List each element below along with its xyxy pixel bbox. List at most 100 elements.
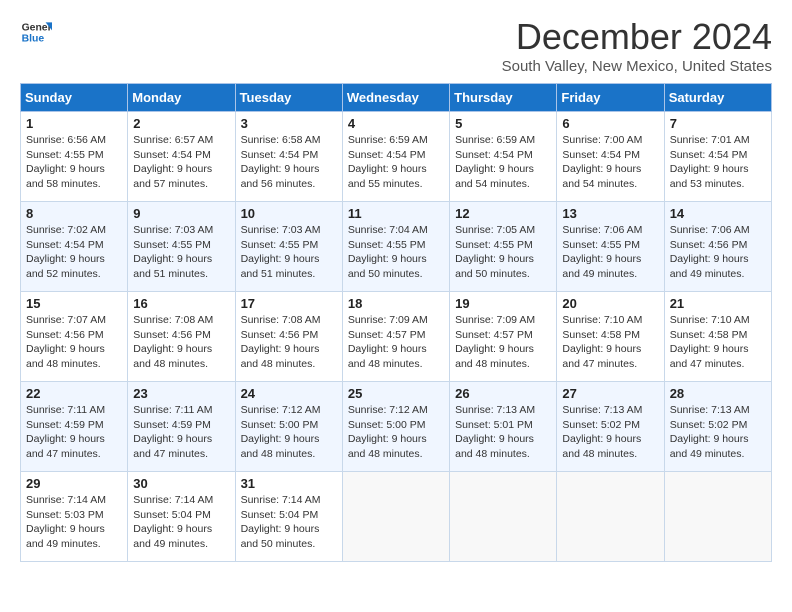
day-number: 27 xyxy=(562,386,658,401)
calendar-day-cell: 9Sunrise: 7:03 AM Sunset: 4:55 PM Daylig… xyxy=(128,202,235,292)
calendar-day-cell: 16 Sunrise: 7:08 AM Sunset: 4:56 PM Dayli… xyxy=(128,292,235,382)
day-number: 19 xyxy=(455,296,551,311)
calendar-day-cell: 8Sunrise: 7:02 AM Sunset: 4:54 PM Daylig… xyxy=(21,202,128,292)
calendar-day-cell: 7 Sunrise: 7:01 AM Sunset: 4:54 PM Daylig… xyxy=(664,112,771,202)
logo: General Blue xyxy=(20,16,52,48)
calendar-day-cell xyxy=(557,472,664,562)
calendar-day-cell xyxy=(450,472,557,562)
day-info: Sunrise: 6:57 AM Sunset: 4:54 PM Dayligh… xyxy=(133,133,229,192)
calendar-week-row: 8Sunrise: 7:02 AM Sunset: 4:54 PM Daylig… xyxy=(21,202,772,292)
day-number: 23 xyxy=(133,386,229,401)
day-number: 18 xyxy=(348,296,444,311)
day-number: 26 xyxy=(455,386,551,401)
svg-text:Blue: Blue xyxy=(22,34,45,45)
day-number: 10 xyxy=(241,206,337,221)
calendar-day-cell: 14Sunrise: 7:06 AM Sunset: 4:56 PM Dayli… xyxy=(664,202,771,292)
calendar-day-cell: 1 Sunrise: 6:56 AM Sunset: 4:55 PM Daylig… xyxy=(21,112,128,202)
calendar-day-cell: 15Sunrise: 7:07 AM Sunset: 4:56 PM Dayli… xyxy=(21,292,128,382)
day-number: 12 xyxy=(455,206,551,221)
day-number: 31 xyxy=(241,476,337,491)
day-info: Sunrise: 7:13 AM Sunset: 5:02 PM Dayligh… xyxy=(670,403,766,462)
calendar-week-row: 22 Sunrise: 7:11 AM Sunset: 4:59 PM Dayli… xyxy=(21,382,772,472)
calendar-day-cell: 26Sunrise: 7:13 AM Sunset: 5:01 PM Dayli… xyxy=(450,382,557,472)
calendar-day-cell: 24 Sunrise: 7:12 AM Sunset: 5:00 PM Dayli… xyxy=(235,382,342,472)
calendar-day-cell: 6 Sunrise: 7:00 AM Sunset: 4:54 PM Daylig… xyxy=(557,112,664,202)
day-info: Sunrise: 7:11 AM Sunset: 4:59 PM Dayligh… xyxy=(26,403,122,462)
calendar-day-cell: 17 Sunrise: 7:08 AM Sunset: 4:56 PM Dayli… xyxy=(235,292,342,382)
day-number: 9 xyxy=(133,206,229,221)
weekday-header-cell: Friday xyxy=(557,84,664,112)
calendar-day-cell: 3 Sunrise: 6:58 AM Sunset: 4:54 PM Daylig… xyxy=(235,112,342,202)
day-number: 1 xyxy=(26,116,122,131)
day-info: Sunrise: 7:13 AM Sunset: 5:02 PM Dayligh… xyxy=(562,403,658,462)
calendar-day-cell: 22 Sunrise: 7:11 AM Sunset: 4:59 PM Dayli… xyxy=(21,382,128,472)
calendar-day-cell: 20 Sunrise: 7:10 AM Sunset: 4:58 PM Dayli… xyxy=(557,292,664,382)
day-info: Sunrise: 7:10 AM Sunset: 4:58 PM Dayligh… xyxy=(562,313,658,372)
day-info: Sunrise: 7:02 AM Sunset: 4:54 PM Dayligh… xyxy=(26,223,122,282)
logo-icon: General Blue xyxy=(20,16,52,48)
weekday-header-cell: Wednesday xyxy=(342,84,449,112)
calendar-day-cell: 29Sunrise: 7:14 AM Sunset: 5:03 PM Dayli… xyxy=(21,472,128,562)
calendar-day-cell: 13 Sunrise: 7:06 AM Sunset: 4:55 PM Dayli… xyxy=(557,202,664,292)
day-info: Sunrise: 7:08 AM Sunset: 4:56 PM Dayligh… xyxy=(133,313,229,372)
calendar-day-cell: 10 Sunrise: 7:03 AM Sunset: 4:55 PM Dayli… xyxy=(235,202,342,292)
day-info: Sunrise: 7:04 AM Sunset: 4:55 PM Dayligh… xyxy=(348,223,444,282)
day-info: Sunrise: 6:59 AM Sunset: 4:54 PM Dayligh… xyxy=(348,133,444,192)
calendar-day-cell: 31 Sunrise: 7:14 AM Sunset: 5:04 PM Dayli… xyxy=(235,472,342,562)
day-number: 22 xyxy=(26,386,122,401)
calendar-day-cell: 21 Sunrise: 7:10 AM Sunset: 4:58 PM Dayli… xyxy=(664,292,771,382)
weekday-header-cell: Thursday xyxy=(450,84,557,112)
day-number: 7 xyxy=(670,116,766,131)
calendar-day-cell xyxy=(664,472,771,562)
day-number: 3 xyxy=(241,116,337,131)
day-info: Sunrise: 7:06 AM Sunset: 4:55 PM Dayligh… xyxy=(562,223,658,282)
day-info: Sunrise: 7:12 AM Sunset: 5:00 PM Dayligh… xyxy=(241,403,337,462)
day-number: 20 xyxy=(562,296,658,311)
day-number: 14 xyxy=(670,206,766,221)
calendar-day-cell: 27 Sunrise: 7:13 AM Sunset: 5:02 PM Dayli… xyxy=(557,382,664,472)
day-number: 17 xyxy=(241,296,337,311)
day-info: Sunrise: 7:09 AM Sunset: 4:57 PM Dayligh… xyxy=(348,313,444,372)
calendar-day-cell: 12Sunrise: 7:05 AM Sunset: 4:55 PM Dayli… xyxy=(450,202,557,292)
day-info: Sunrise: 7:00 AM Sunset: 4:54 PM Dayligh… xyxy=(562,133,658,192)
day-info: Sunrise: 7:01 AM Sunset: 4:54 PM Dayligh… xyxy=(670,133,766,192)
day-number: 21 xyxy=(670,296,766,311)
calendar-table: SundayMondayTuesdayWednesdayThursdayFrid… xyxy=(20,83,772,562)
day-info: Sunrise: 7:11 AM Sunset: 4:59 PM Dayligh… xyxy=(133,403,229,462)
month-title: December 2024 xyxy=(502,16,772,58)
calendar-day-cell: 23 Sunrise: 7:11 AM Sunset: 4:59 PM Dayli… xyxy=(128,382,235,472)
calendar-day-cell: 4 Sunrise: 6:59 AM Sunset: 4:54 PM Daylig… xyxy=(342,112,449,202)
day-number: 16 xyxy=(133,296,229,311)
title-area: December 2024 South Valley, New Mexico, … xyxy=(502,16,772,75)
calendar-week-row: 29Sunrise: 7:14 AM Sunset: 5:03 PM Dayli… xyxy=(21,472,772,562)
day-info: Sunrise: 7:03 AM Sunset: 4:55 PM Dayligh… xyxy=(241,223,337,282)
calendar-day-cell: 19Sunrise: 7:09 AM Sunset: 4:57 PM Dayli… xyxy=(450,292,557,382)
day-number: 25 xyxy=(348,386,444,401)
weekday-header-cell: Tuesday xyxy=(235,84,342,112)
day-info: Sunrise: 6:59 AM Sunset: 4:54 PM Dayligh… xyxy=(455,133,551,192)
calendar-day-cell: 11 Sunrise: 7:04 AM Sunset: 4:55 PM Dayli… xyxy=(342,202,449,292)
day-number: 15 xyxy=(26,296,122,311)
day-info: Sunrise: 6:56 AM Sunset: 4:55 PM Dayligh… xyxy=(26,133,122,192)
header: General Blue December 2024 South Valley,… xyxy=(20,16,772,75)
day-info: Sunrise: 7:10 AM Sunset: 4:58 PM Dayligh… xyxy=(670,313,766,372)
day-number: 28 xyxy=(670,386,766,401)
day-number: 30 xyxy=(133,476,229,491)
day-info: Sunrise: 6:58 AM Sunset: 4:54 PM Dayligh… xyxy=(241,133,337,192)
weekday-header-cell: Sunday xyxy=(21,84,128,112)
day-number: 5 xyxy=(455,116,551,131)
calendar-day-cell: 28 Sunrise: 7:13 AM Sunset: 5:02 PM Dayli… xyxy=(664,382,771,472)
day-info: Sunrise: 7:14 AM Sunset: 5:04 PM Dayligh… xyxy=(241,493,337,552)
day-number: 6 xyxy=(562,116,658,131)
day-number: 13 xyxy=(562,206,658,221)
calendar-week-row: 15Sunrise: 7:07 AM Sunset: 4:56 PM Dayli… xyxy=(21,292,772,382)
day-number: 11 xyxy=(348,206,444,221)
day-number: 4 xyxy=(348,116,444,131)
day-info: Sunrise: 7:12 AM Sunset: 5:00 PM Dayligh… xyxy=(348,403,444,462)
calendar-day-cell: 25 Sunrise: 7:12 AM Sunset: 5:00 PM Dayli… xyxy=(342,382,449,472)
calendar-day-cell: 2Sunrise: 6:57 AM Sunset: 4:54 PM Daylig… xyxy=(128,112,235,202)
day-number: 29 xyxy=(26,476,122,491)
day-number: 24 xyxy=(241,386,337,401)
day-info: Sunrise: 7:08 AM Sunset: 4:56 PM Dayligh… xyxy=(241,313,337,372)
calendar-body: 1 Sunrise: 6:56 AM Sunset: 4:55 PM Daylig… xyxy=(21,112,772,562)
